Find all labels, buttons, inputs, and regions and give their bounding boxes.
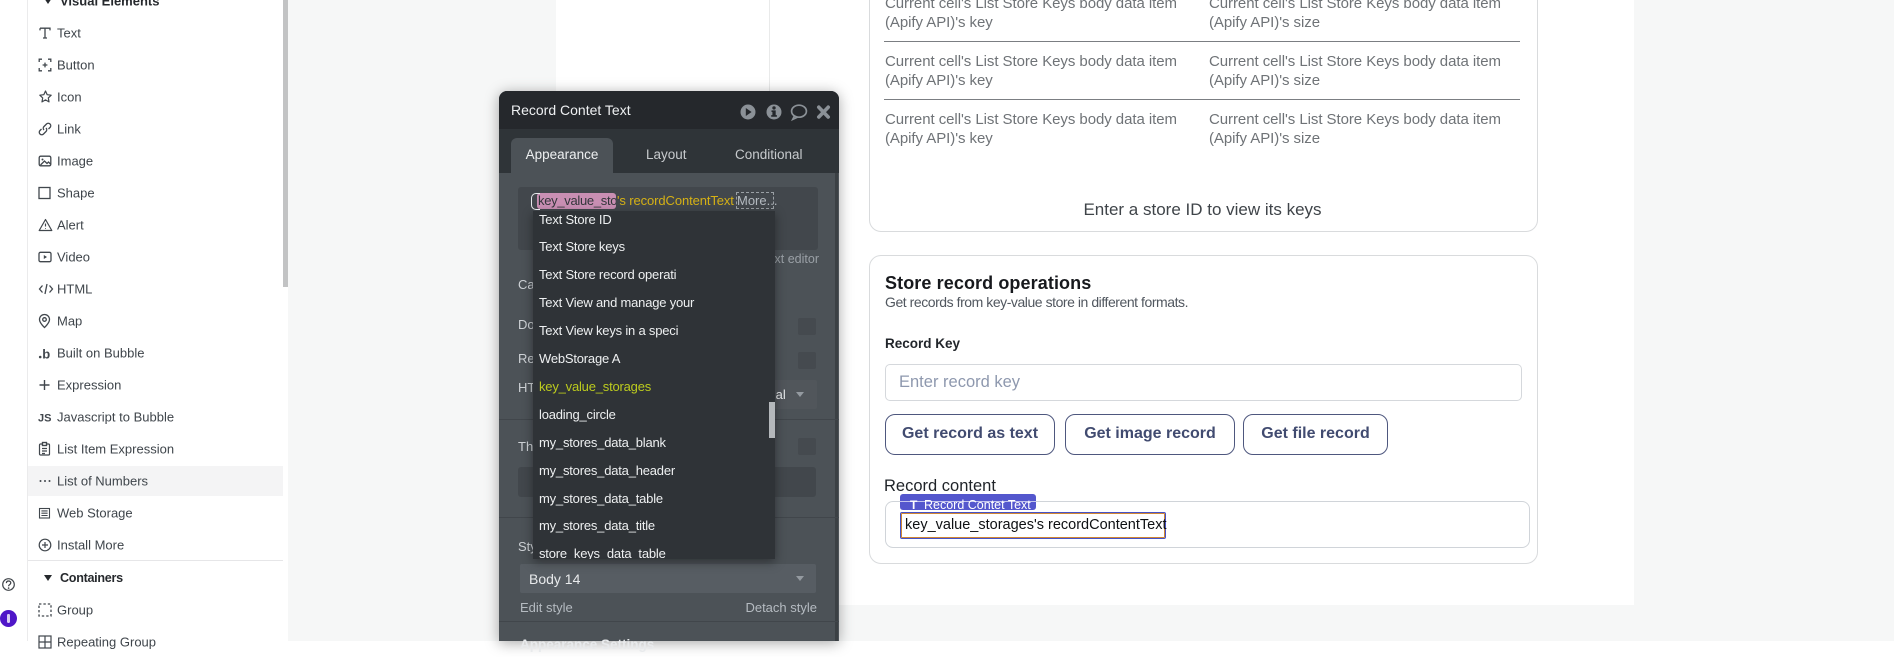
svg-text:JS: JS xyxy=(38,413,51,424)
svg-text:b: b xyxy=(42,347,50,361)
